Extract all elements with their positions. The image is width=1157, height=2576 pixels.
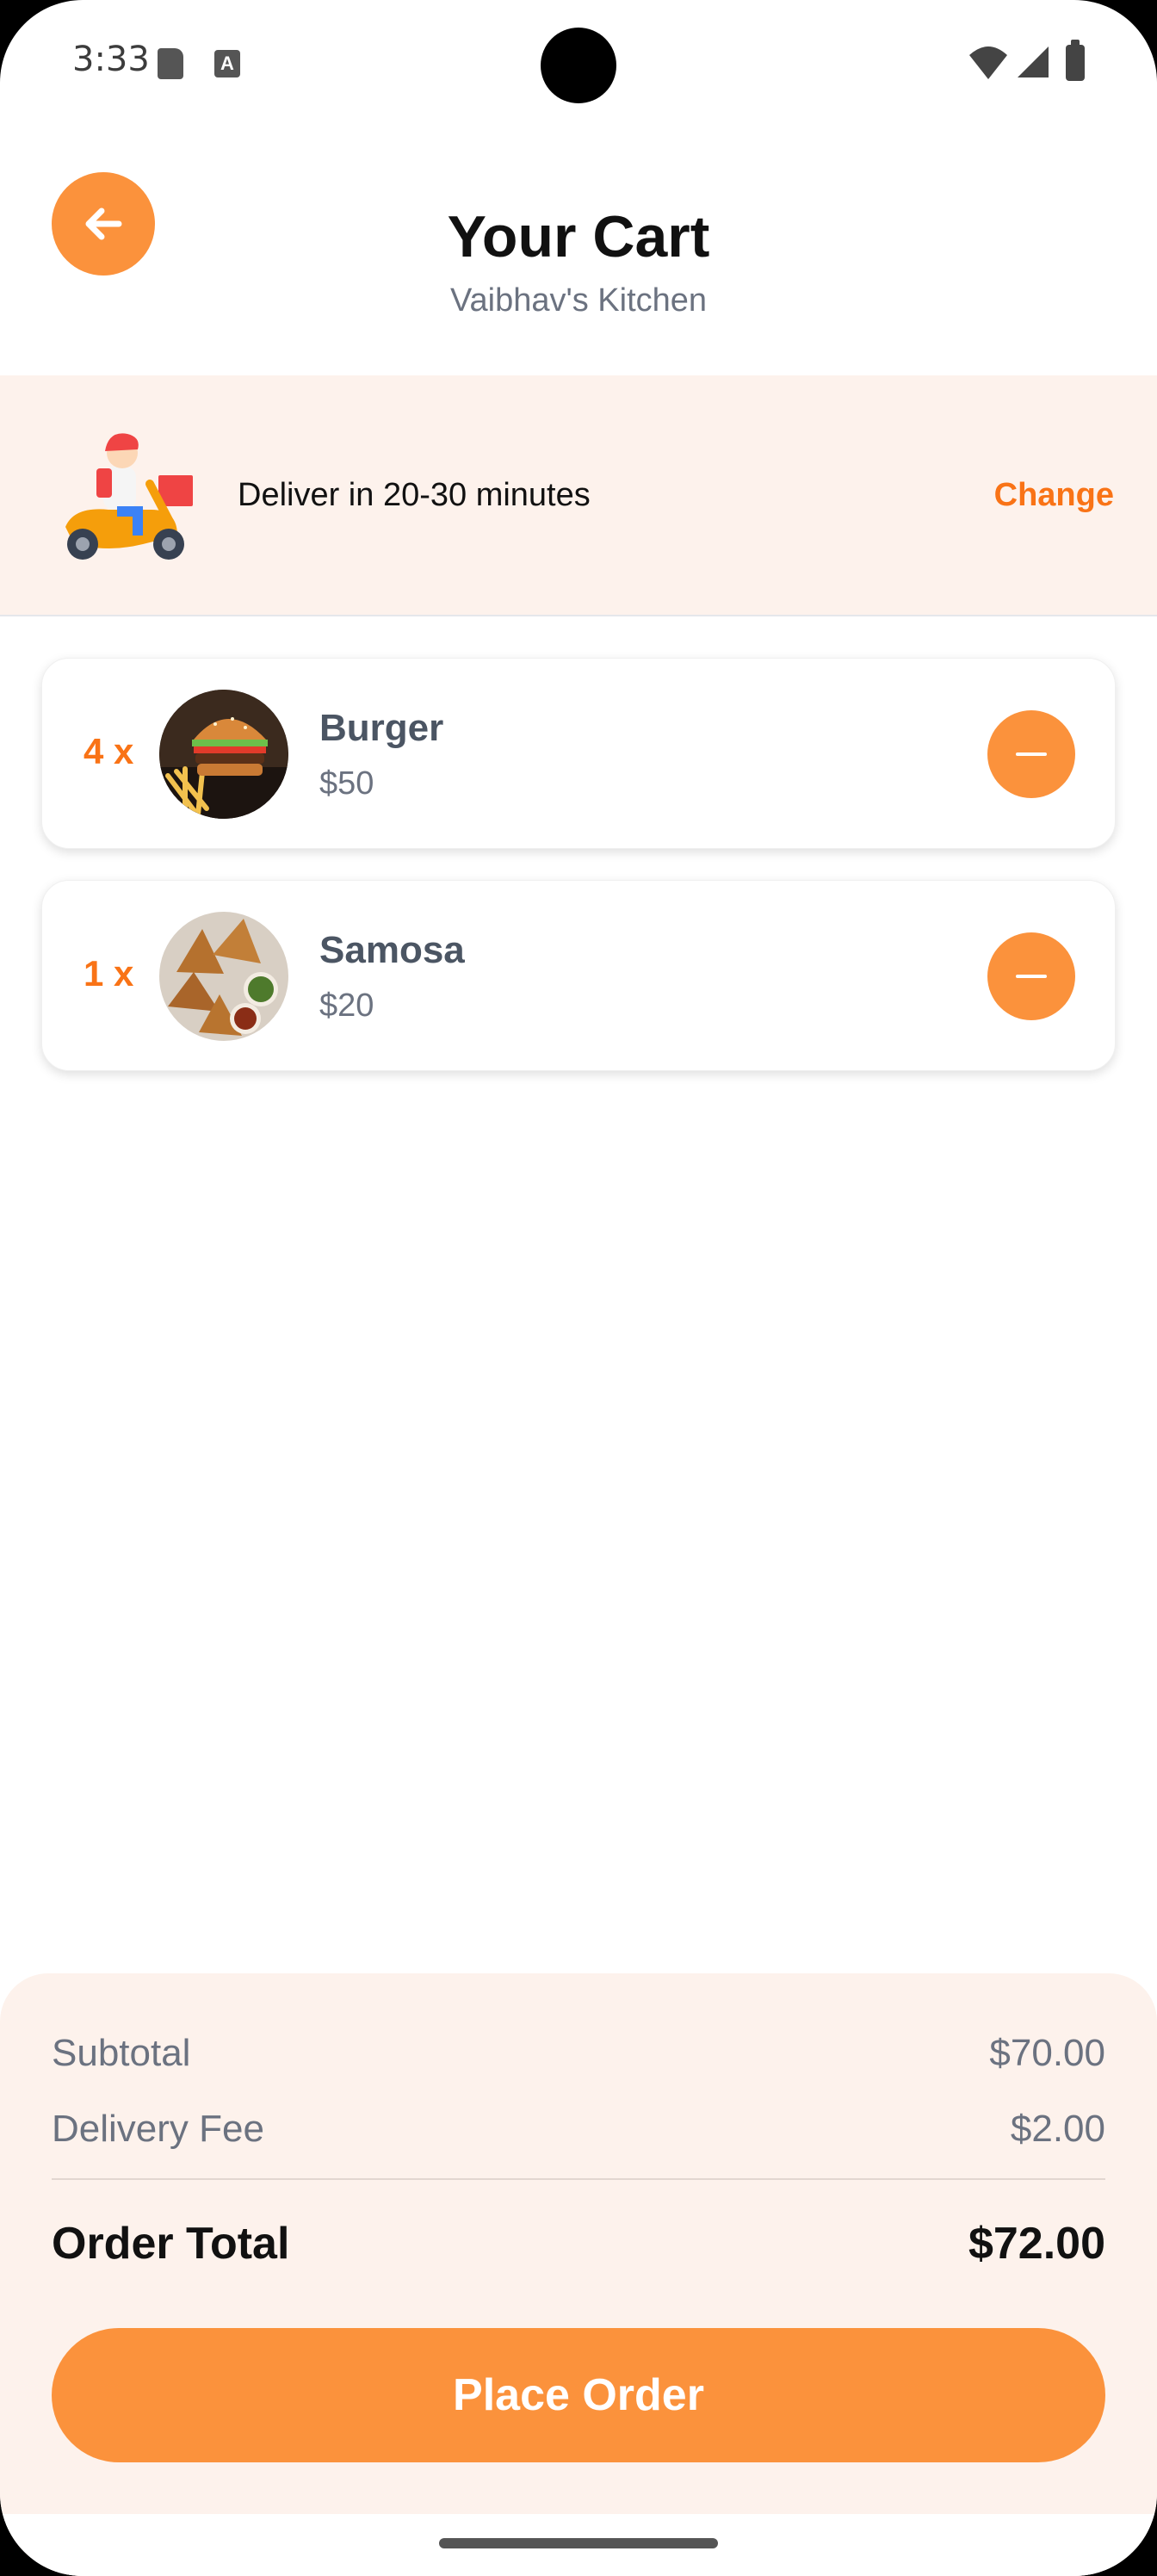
delivery-time-text: Deliver in 20-30 minutes [238,477,591,513]
order-summary: Subtotal $70.00 Delivery Fee $2.00 Order… [0,1973,1157,2576]
place-order-button[interactable]: Place Order [52,2328,1105,2462]
wifi-icon [969,46,1007,79]
order-total-value: $72.00 [968,2219,1105,2269]
change-delivery-link[interactable]: Change [994,477,1114,514]
signal-icon [1018,46,1049,77]
restaurant-name: Vaibhav's Kitchen [449,282,708,319]
minus-icon [1016,975,1047,978]
status-bar: 3:33 A [0,0,1157,129]
cart-screen: 3:33 A Your Cart Vaibhav's Kitchen Deliv… [0,0,1157,2576]
cart-item-burger: 4 x Burger $50 [41,658,1116,849]
delivery-fee-label: Delivery Fee [52,2108,264,2150]
subtotal-value: $70.00 [989,2032,1105,2074]
sd-card-icon [158,48,183,79]
delivery-scooter-illustration [65,433,193,560]
camera-cutout [541,28,616,103]
delivery-fee-value: $2.00 [1010,2108,1105,2150]
samosa-photo [159,912,288,1041]
item-price: $20 [319,988,374,1024]
remove-item-button[interactable] [987,710,1075,798]
cart-item-samosa: 1 x Samosa $20 [41,880,1116,1071]
battery-icon [1066,40,1085,81]
burger-photo [159,690,288,819]
minus-icon [1016,752,1047,756]
order-total-label: Order Total [52,2219,290,2269]
font-icon: A [214,50,240,77]
item-quantity: 4 x [84,731,134,771]
item-price: $50 [319,765,374,802]
item-name: Samosa [319,929,465,971]
item-name: Burger [319,707,444,749]
delivery-banner: Deliver in 20-30 minutes Change [0,375,1157,616]
remove-item-button[interactable] [987,932,1075,1020]
page-title: Your Cart [447,204,710,269]
summary-divider [52,2178,1105,2180]
subtotal-label: Subtotal [52,2032,191,2074]
home-indicator[interactable] [439,2538,718,2548]
status-time: 3:33 [72,40,150,79]
item-quantity: 1 x [84,953,134,994]
